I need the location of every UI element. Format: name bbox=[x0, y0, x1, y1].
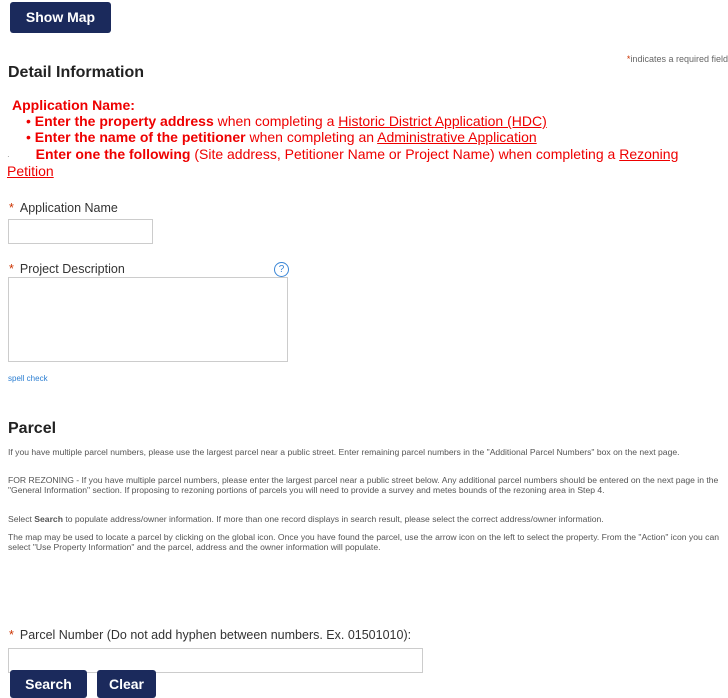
application-name-heading: Application Name: bbox=[12, 97, 135, 113]
bullet: • bbox=[26, 129, 35, 145]
instruction-text: when completing an bbox=[245, 129, 378, 145]
bullet: · bbox=[7, 152, 10, 161]
instruction-text: (Site address, Petitioner Name or Projec… bbox=[190, 146, 620, 162]
rezoning-link[interactable]: Rezoning bbox=[619, 146, 678, 162]
parcel-paragraph: If you have multiple parcel numbers, ple… bbox=[8, 447, 680, 457]
required-asterisk: * bbox=[9, 201, 14, 215]
parcel-title: Parcel bbox=[8, 420, 57, 437]
spell-check-link[interactable]: spell check bbox=[8, 374, 48, 383]
project-description-textarea[interactable] bbox=[8, 277, 288, 362]
parcel-number-label-text: Parcel Number (Do not add hyphen between… bbox=[19, 628, 412, 642]
hdc-application-link[interactable]: Historic District Application (HDC) bbox=[338, 113, 546, 129]
text: to populate address/owner information. I… bbox=[62, 514, 604, 524]
application-name-input[interactable] bbox=[8, 219, 153, 244]
instruction-text: when completing a bbox=[213, 113, 339, 129]
instruction-line-3-cont: Petition bbox=[7, 163, 54, 179]
show-map-button[interactable]: Show Map bbox=[10, 2, 111, 33]
parcel-number-label: * Parcel Number (Do not add hyphen betwee… bbox=[9, 628, 411, 642]
required-note-text: indicates a required field bbox=[630, 54, 728, 64]
administrative-application-link[interactable]: Administrative Application bbox=[377, 129, 537, 145]
parcel-paragraph: FOR REZONING - If you have multiple parc… bbox=[8, 475, 719, 495]
required-field-note: *indicates a required field bbox=[627, 54, 728, 64]
application-name-label: * Application Name bbox=[9, 201, 118, 215]
project-description-label-text: Project Description bbox=[19, 262, 125, 276]
parcel-select-search-instruction: Select Search to populate address/owner … bbox=[8, 514, 723, 524]
bullet: • bbox=[26, 113, 35, 129]
text-bold: Search bbox=[34, 514, 63, 524]
detail-information-title: Detail Information bbox=[8, 64, 145, 81]
required-asterisk: * bbox=[9, 262, 14, 276]
project-description-label: * Project Description bbox=[9, 262, 125, 276]
application-name-label-text: Application Name bbox=[19, 201, 118, 215]
instruction-bold: Enter one the following bbox=[35, 146, 191, 162]
text: Select bbox=[8, 514, 35, 524]
question-circle-icon[interactable]: ? bbox=[274, 262, 289, 277]
instruction-bold: Enter the property address bbox=[34, 113, 214, 129]
instruction-bold: Enter the name of the petitioner bbox=[34, 129, 246, 145]
instruction-line-3: · Enter one the following (Site address, … bbox=[7, 146, 678, 162]
parcel-paragraph: The map may be used to locate a parcel b… bbox=[8, 532, 720, 552]
required-asterisk: * bbox=[9, 628, 14, 642]
search-button[interactable]: Search bbox=[10, 670, 87, 698]
petition-link[interactable]: Petition bbox=[7, 163, 54, 179]
instruction-line-1: • Enter the property address when comple… bbox=[26, 113, 547, 129]
instruction-line-2: • Enter the name of the petitioner when … bbox=[26, 129, 537, 145]
clear-button[interactable]: Clear bbox=[97, 670, 156, 698]
